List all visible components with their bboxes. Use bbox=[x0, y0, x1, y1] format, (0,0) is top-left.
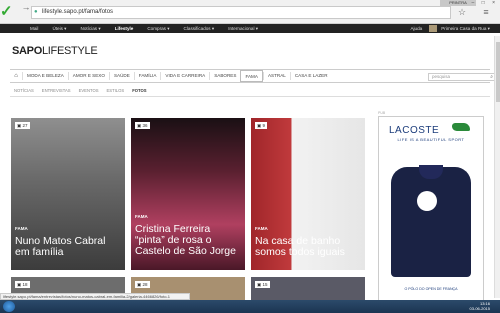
photo-count-badge: ▣ 28 bbox=[135, 281, 150, 288]
subnav-eventos[interactable]: EVENTOS bbox=[75, 88, 103, 93]
card-title[interactable]: Nuno Matos Cabral em família bbox=[15, 236, 122, 258]
ad-tagline: LIFE IS A BEAUTIFUL SPORT bbox=[397, 137, 465, 142]
nav-vida-carreira[interactable]: VIDA E CARREIRA bbox=[160, 72, 209, 80]
card-category: FAMA bbox=[135, 214, 148, 219]
photo-count-badge: ▣ 18 bbox=[15, 281, 30, 288]
logo-light: LIFESTYLE bbox=[41, 45, 98, 57]
address-bar[interactable]: ● lifestyle.sapo.pt/fama/fotos bbox=[31, 6, 451, 19]
site-logo[interactable]: SAPOLIFESTYLE bbox=[12, 45, 98, 57]
gallery-card[interactable]: ▣ 36 FAMA Cristina Ferreira “pinta” de r… bbox=[131, 118, 245, 270]
gallery-card[interactable]: ▣ 27 FAMA Nuno Matos Cabral em família bbox=[11, 118, 125, 270]
main-nav: ⌂ MODA E BELEZA AMOR E SEXO SAÚDE FAMÍLI… bbox=[10, 69, 496, 83]
scrollbar-thumb[interactable] bbox=[496, 42, 500, 102]
lacoste-ad[interactable]: LACOSTE LIFE IS A BEAUTIFUL SPORT O PÓLO… bbox=[378, 116, 484, 301]
nav-moda-beleza[interactable]: MODA E BELEZA bbox=[22, 72, 68, 80]
search-input[interactable]: pesquisa ⌕ bbox=[428, 73, 496, 81]
topnav-lifestyle[interactable]: Lifestyle bbox=[108, 26, 141, 31]
sub-nav: NOTÍCIAS ENTREVISTAS EVENTOS ESTILOS FOT… bbox=[10, 85, 490, 97]
topnav-uteis[interactable]: Úteis ▾ bbox=[45, 26, 73, 32]
lock-icon: ● bbox=[34, 9, 38, 15]
logo-bold: SAPO bbox=[12, 45, 42, 57]
home-icon[interactable]: ⌂ bbox=[10, 72, 22, 80]
bookmark-star-icon[interactable]: ☆ bbox=[456, 6, 468, 18]
nav-fama[interactable]: FAMA bbox=[240, 70, 263, 82]
nav-saude[interactable]: SAÚDE bbox=[108, 72, 134, 80]
topnav-help[interactable]: Ajuda bbox=[403, 26, 429, 31]
crocodile-logo-icon bbox=[452, 123, 470, 131]
ad-footer: O PÓLO DO OPEN DE FRANÇA bbox=[404, 287, 458, 291]
window-controls[interactable]: – □ × bbox=[472, 0, 499, 6]
nav-amor-sexo[interactable]: AMOR E SEXO bbox=[67, 72, 109, 80]
topnav-noticias[interactable]: Notícias ▾ bbox=[74, 26, 108, 32]
taskbar-clock[interactable]: 13:16 03-06-2015 bbox=[470, 301, 490, 311]
topnav-user[interactable]: Primeira Casa da Rua ▾ bbox=[441, 26, 500, 32]
topnav-compras[interactable]: Compras ▾ bbox=[140, 26, 176, 32]
tennis-logo-icon bbox=[417, 191, 437, 211]
topnav-mail[interactable]: Mail bbox=[0, 26, 45, 31]
page-scrollbar[interactable] bbox=[494, 36, 500, 298]
photo-count-badge: ▣ 36 bbox=[135, 122, 150, 129]
start-button[interactable] bbox=[3, 301, 15, 312]
search-icon[interactable]: ⌕ bbox=[490, 74, 493, 80]
nav-casa-lazer[interactable]: CASA E LAZER bbox=[289, 72, 332, 80]
photo-count-badge: ▣ 9 bbox=[255, 122, 268, 129]
subnav-noticias[interactable]: NOTÍCIAS bbox=[10, 88, 38, 93]
photo-count-badge: ▣ 15 bbox=[255, 281, 270, 288]
sapo-top-nav: Mail Úteis ▾ Notícias ▾ Lifestyle Compra… bbox=[0, 24, 500, 33]
nav-sabores[interactable]: SABORES bbox=[209, 72, 240, 80]
photo-count-badge: ▣ 27 bbox=[15, 122, 30, 129]
nav-familia[interactable]: FAMÍLIA bbox=[133, 72, 161, 80]
checkmark-icon: ✓ bbox=[0, 3, 13, 20]
topnav-internacional[interactable]: Internacional ▾ bbox=[221, 26, 265, 32]
card-category: FAMA bbox=[15, 226, 28, 231]
user-avatar[interactable] bbox=[429, 25, 438, 32]
polo-shirt-image bbox=[391, 165, 471, 277]
browser-toolbar: → ● lifestyle.sapo.pt/fama/fotos ☆ ≡ PRI… bbox=[0, 0, 500, 24]
nav-astral[interactable]: ASTRAL bbox=[262, 72, 290, 80]
topnav-classificados[interactable]: Classificados ▾ bbox=[177, 26, 222, 32]
menu-icon[interactable]: ≡ bbox=[480, 6, 492, 18]
windows-taskbar: 13:16 03-06-2015 bbox=[0, 300, 500, 313]
card-title[interactable]: Na casa de banho somos todos iguais bbox=[255, 236, 362, 258]
subnav-entrevistas[interactable]: ENTREVISTAS bbox=[38, 88, 75, 93]
clock-date: 03-06-2015 bbox=[469, 306, 490, 311]
status-bar: lifestyle.sapo.pt/fama/entrevistas/fotos… bbox=[0, 293, 190, 300]
subnav-estilos[interactable]: ESTILOS bbox=[103, 88, 129, 93]
gallery-card[interactable]: ▣ 9 FAMA Na casa de banho somos todos ig… bbox=[251, 118, 365, 270]
gallery-card[interactable]: ▣ 15 bbox=[251, 277, 365, 301]
ad-brand: LACOSTE bbox=[389, 125, 440, 136]
search-placeholder: pesquisa bbox=[432, 74, 451, 79]
url-text: lifestyle.sapo.pt/fama/fotos bbox=[42, 9, 114, 15]
ad-label: PUB bbox=[378, 111, 386, 115]
subnav-fotos[interactable]: FOTOS bbox=[128, 88, 150, 93]
card-title[interactable]: Cristina Ferreira “pinta” de rosa o Cast… bbox=[135, 224, 242, 257]
card-category: FAMA bbox=[255, 226, 268, 231]
shirt-collar bbox=[419, 165, 443, 179]
